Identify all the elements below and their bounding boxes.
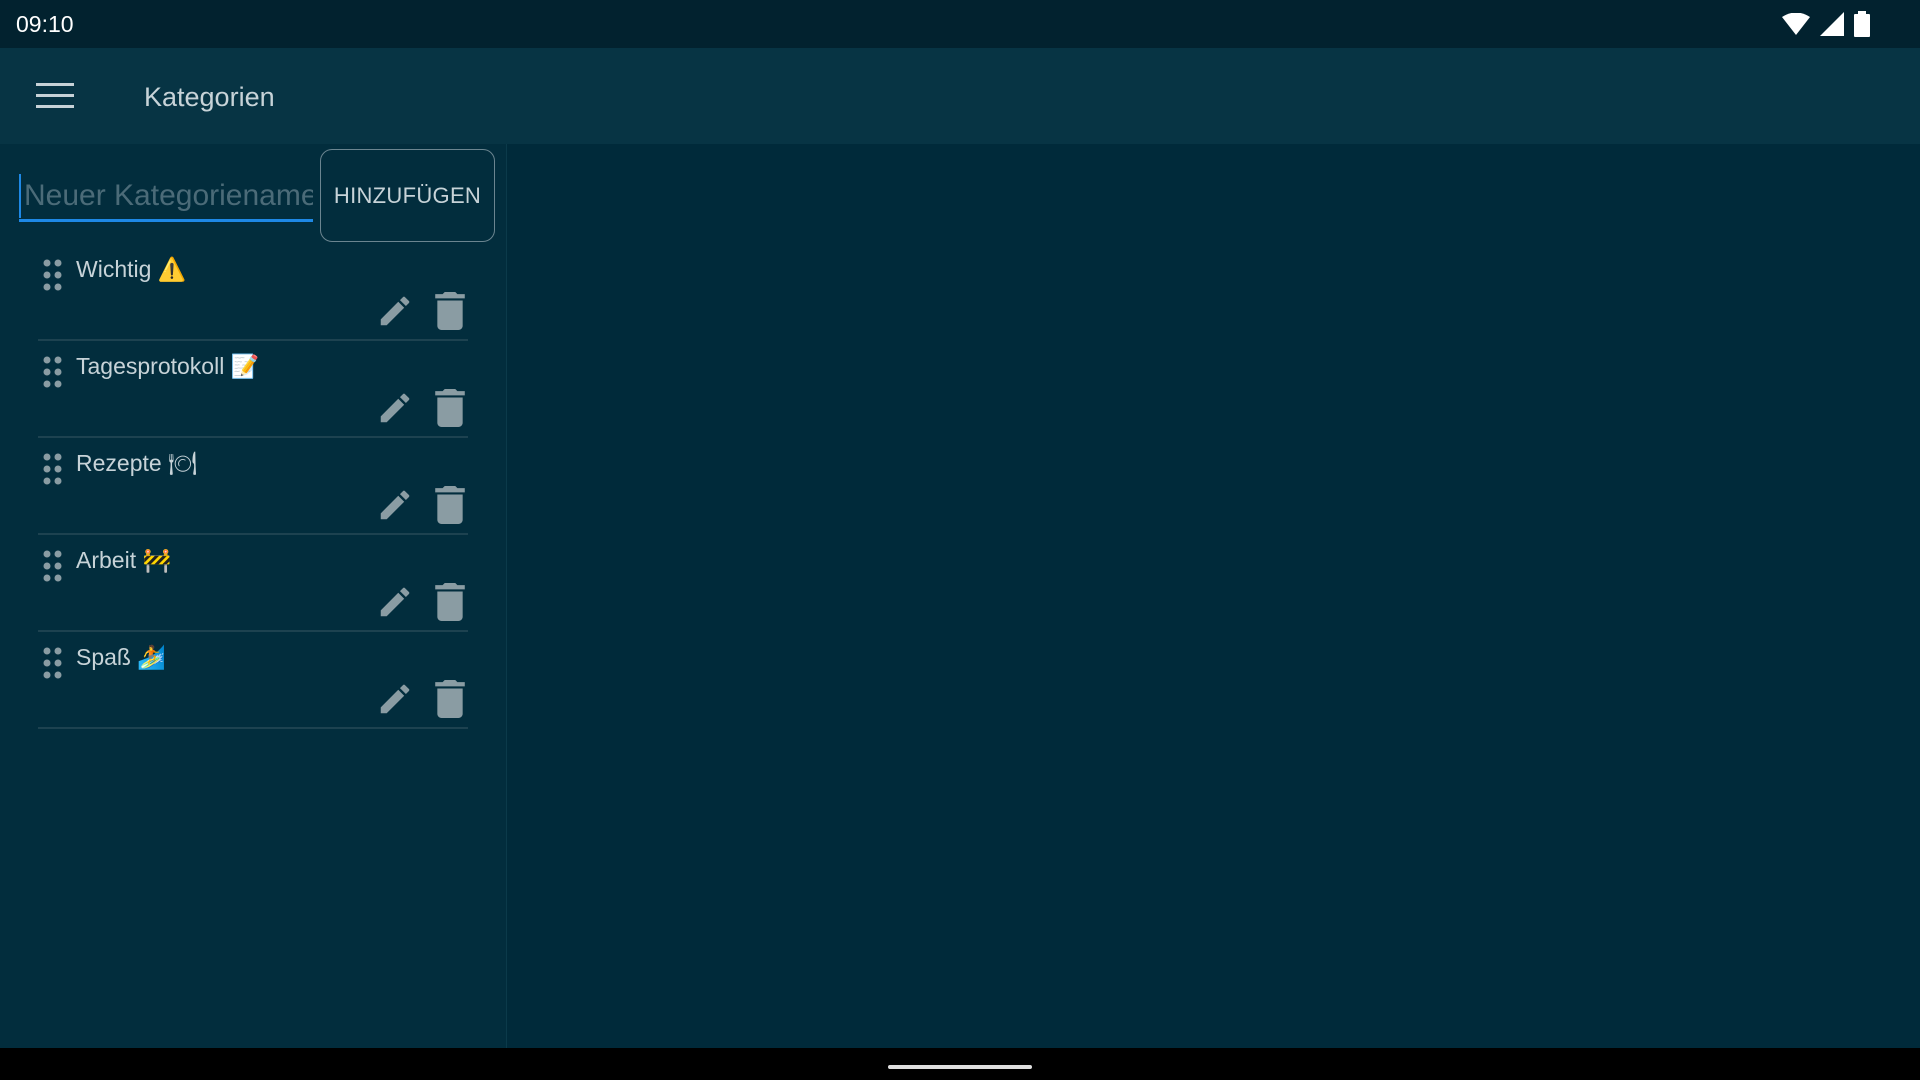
home-gesture-handle[interactable] [888,1065,1032,1069]
delete-button[interactable] [428,289,472,333]
category-emoji: 🏄 [137,645,167,671]
category-name: Tagesprotokoll [76,353,225,379]
drag-handle-icon[interactable] [41,258,65,294]
trash-icon [435,680,465,718]
category-label: Arbeit 🚧 [76,547,171,574]
category-list: Wichtig ⚠️ Tagesprotokoll 📝 Rezepte 🍽 Ar… [38,244,468,729]
delete-button[interactable] [428,677,472,721]
category-label: Tagesprotokoll 📝 [76,353,259,380]
category-name: Spaß [76,644,131,670]
wifi-icon [1782,13,1810,35]
category-emoji: 🍽 [168,451,198,477]
category-pane: HINZUFÜGEN Wichtig ⚠️ [0,144,507,1048]
edit-button[interactable] [373,580,417,624]
app-bar: Kategorien [0,48,1920,144]
hamburger-menu-icon [36,83,74,108]
trash-icon [435,292,465,330]
page-title: Kategorien [144,82,275,112]
category-emoji: 📝 [230,354,260,380]
drag-handle-icon[interactable] [41,646,65,682]
category-item[interactable]: Rezepte 🍽 [38,438,468,535]
drag-handle-icon[interactable] [41,452,65,488]
delete-button[interactable] [428,483,472,527]
category-name: Arbeit [76,547,137,573]
category-name: Wichtig [76,256,152,282]
pencil-icon [380,684,410,714]
main-content: HINZUFÜGEN Wichtig ⚠️ [0,144,1920,1048]
category-emoji: ⚠️ [157,257,187,283]
navigation-bar [0,1048,1920,1080]
pencil-icon [380,490,410,520]
pencil-icon [380,587,410,617]
category-item[interactable]: Spaß 🏄 [38,632,468,729]
trash-icon [435,389,465,427]
pencil-icon [380,393,410,423]
edit-button[interactable] [373,289,417,333]
delete-button[interactable] [428,386,472,430]
category-label: Wichtig ⚠️ [76,256,186,283]
drag-handle-icon[interactable] [41,549,65,585]
battery-icon [1854,11,1870,37]
drag-handle-icon[interactable] [41,355,65,391]
category-label: Rezepte 🍽 [76,450,197,477]
edit-button[interactable] [373,677,417,721]
category-name: Rezepte [76,450,162,476]
menu-button[interactable] [26,72,86,120]
cell-signal-icon [1820,12,1844,36]
status-bar: 09:10 [0,0,1920,48]
pencil-icon [380,296,410,326]
edit-button[interactable] [373,386,417,430]
add-category-button[interactable]: HINZUFÜGEN [320,149,495,242]
category-emoji: 🚧 [142,548,172,574]
edit-button[interactable] [373,483,417,527]
new-category-field [19,174,313,222]
category-item[interactable]: Tagesprotokoll 📝 [38,341,468,438]
trash-icon [435,486,465,524]
delete-button[interactable] [428,580,472,624]
category-item[interactable]: Arbeit 🚧 [38,535,468,632]
status-icons [1782,11,1870,37]
category-label: Spaß 🏄 [76,644,166,671]
trash-icon [435,583,465,621]
status-time: 09:10 [16,11,74,37]
new-category-input[interactable] [19,174,313,218]
category-item[interactable]: Wichtig ⚠️ [38,244,468,341]
